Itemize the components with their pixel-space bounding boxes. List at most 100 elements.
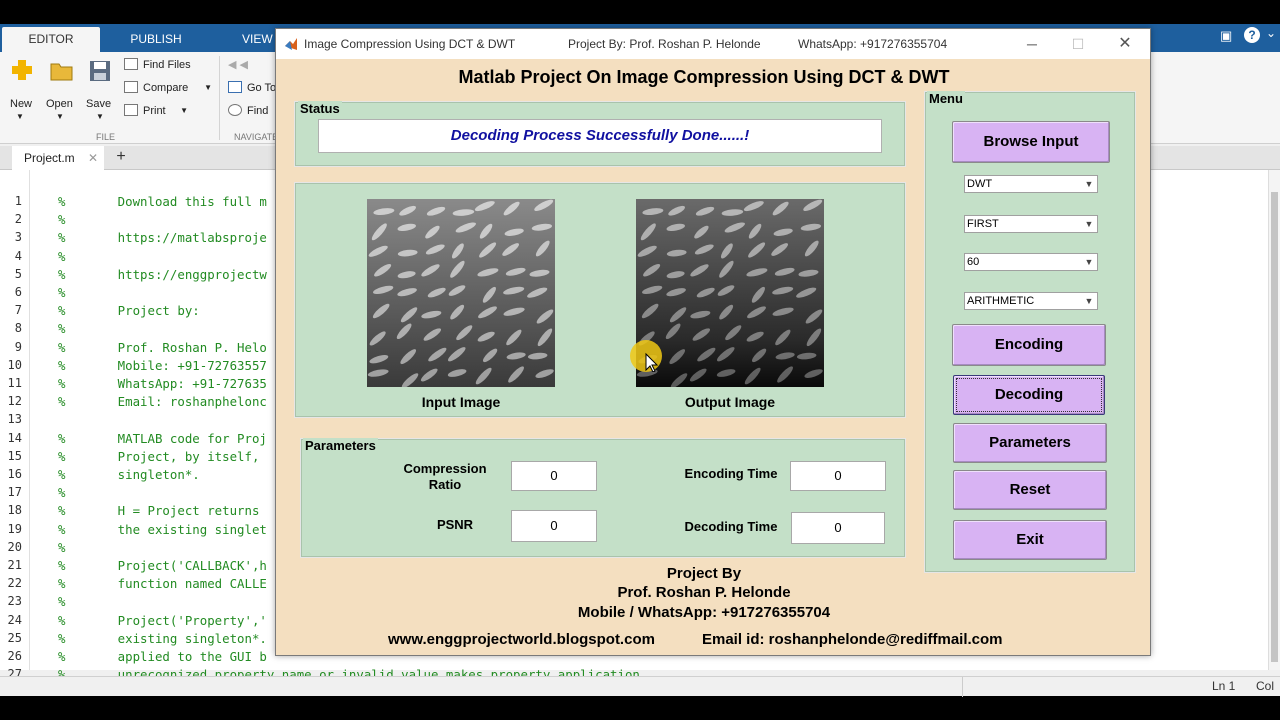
maximize-button[interactable]: ☐ xyxy=(1055,29,1101,59)
chevron-down-icon: ▼ xyxy=(180,106,188,115)
go-to-button[interactable]: Go To xyxy=(228,79,276,97)
line-number: 22 xyxy=(7,576,22,591)
line-number: 9 xyxy=(14,339,22,354)
code-line: % https://matlabsproje xyxy=(58,230,267,246)
chevron-down-icon: ▼ xyxy=(1084,219,1094,229)
scrollbar-thumb[interactable] xyxy=(1271,192,1278,662)
footer-email: Email id: roshanphelonde@rediffmail.com xyxy=(702,631,1003,648)
coding-select-value: ARITHMETIC xyxy=(967,295,1035,307)
line-number: 7 xyxy=(14,303,22,318)
find-files-button[interactable]: Find Files xyxy=(124,56,191,74)
footer-website: www.enggprojectworld.blogspot.com xyxy=(388,631,655,648)
decoding-time-label: Decoding Time xyxy=(684,519,778,534)
find-files-label: Find Files xyxy=(143,59,191,71)
close-icon[interactable]: ✕ xyxy=(88,146,98,170)
line-number: 16 xyxy=(7,467,22,481)
status-message: Decoding Process Successfully Done......… xyxy=(318,119,882,153)
minimize-button[interactable]: ─ xyxy=(1009,29,1055,59)
code-line: % function named CALLE xyxy=(58,576,267,592)
figure-window: Image Compression Using DCT & DWT Projec… xyxy=(275,28,1151,656)
code-line: % Prof. Roshan P. Helo xyxy=(58,339,267,355)
code-line: % Download this full m xyxy=(58,194,267,209)
code-line: % singleton*. xyxy=(58,467,200,482)
code-line: % xyxy=(58,248,66,264)
line-number: 6 xyxy=(14,285,22,299)
compression-ratio-field[interactable]: 0 xyxy=(511,461,597,491)
new-button[interactable]: New ▼ xyxy=(6,56,36,126)
decoding-button[interactable]: Decoding xyxy=(953,375,1105,415)
method-select[interactable]: DWT ▼ xyxy=(964,175,1098,193)
new-tab-button[interactable]: + xyxy=(110,146,132,170)
line-number: 19 xyxy=(7,521,22,536)
footer-name: Prof. Roshan P. Helonde xyxy=(617,584,791,601)
code-line: % applied to the GUI b xyxy=(58,649,267,664)
exit-button[interactable]: Exit xyxy=(953,520,1107,560)
help-icon[interactable]: ? xyxy=(1244,27,1260,43)
title-whatsapp: WhatsApp: +917276355704 xyxy=(798,37,948,51)
encoding-time-field[interactable]: 0 xyxy=(790,461,886,491)
level-select[interactable]: FIRST ▼ xyxy=(964,215,1098,233)
close-window-button[interactable]: ✕ xyxy=(1102,29,1148,59)
parameters-panel-title: Parameters xyxy=(303,438,378,453)
matlab-icon xyxy=(285,38,297,50)
parameters-button[interactable]: Parameters xyxy=(953,423,1107,463)
level-select-value: FIRST xyxy=(967,218,999,230)
code-line: % xyxy=(58,485,66,501)
coding-select[interactable]: ARITHMETIC ▼ xyxy=(964,292,1098,310)
line-number-gutter: 1 2 3 4 5 6 7 8 9 10 11 12 13 14 15 16 17 18 19 20 21 22 23 24 2… xyxy=(0,170,30,681)
compare-button[interactable]: Compare ▼ xyxy=(124,79,212,97)
encoding-button[interactable]: Encoding xyxy=(952,324,1106,366)
quality-select-value: 60 xyxy=(967,256,980,268)
code-line: % xyxy=(58,212,66,228)
line-number: 8 xyxy=(14,321,22,336)
editor-scrollbar[interactable] xyxy=(1268,170,1280,670)
quality-select[interactable]: 60 ▼ xyxy=(964,253,1098,271)
chevron-down-icon: ▼ xyxy=(96,112,104,121)
decoding-time-field[interactable]: 0 xyxy=(791,512,885,544)
chevron-down-icon: ▼ xyxy=(1084,257,1094,267)
tab-publish[interactable]: PUBLISH xyxy=(110,27,202,52)
folder-icon xyxy=(50,63,73,81)
main-title: Matlab Project On Image Compression Usin… xyxy=(458,67,950,87)
line-number: 15 xyxy=(7,448,22,463)
browse-input-button[interactable]: Browse Input xyxy=(952,121,1110,163)
save-button[interactable]: Save ▼ xyxy=(84,56,118,126)
images-panel: Input Image Output Image xyxy=(294,182,906,418)
print-icon xyxy=(124,104,138,116)
line-number: 21 xyxy=(7,558,22,572)
psnr-field[interactable]: 0 xyxy=(511,510,597,542)
ribbon-divider xyxy=(219,56,220,140)
compare-label: Compare xyxy=(143,82,189,94)
chevron-down-icon[interactable]: ⌄ xyxy=(1266,26,1276,40)
go-to-icon xyxy=(228,81,242,93)
back-forward-buttons[interactable]: ◀ ◀ xyxy=(228,56,248,74)
tab-editor[interactable]: EDITOR xyxy=(2,27,100,52)
code-line: % Project, by itself, xyxy=(58,448,260,464)
status-line: Ln 1 xyxy=(1212,679,1236,693)
line-number: 23 xyxy=(7,594,22,609)
menu-panel: Menu Browse Input DWT ▼ FIRST ▼ 60 ▼ ARITHM… xyxy=(924,91,1136,573)
code-line: % xyxy=(58,539,66,555)
print-button[interactable]: Print ▼ xyxy=(124,102,188,120)
line-number: 1 xyxy=(14,194,22,208)
reset-button[interactable]: Reset xyxy=(953,470,1107,510)
cursor-arrow-icon xyxy=(645,352,659,373)
line-number: 18 xyxy=(7,503,22,518)
find-label: Find xyxy=(247,105,269,117)
new-icon xyxy=(12,60,32,80)
line-number: 20 xyxy=(7,539,22,554)
find-button[interactable]: Find xyxy=(228,102,268,120)
window-icon[interactable]: ▣ xyxy=(1220,28,1232,44)
line-number: 12 xyxy=(7,394,22,409)
figure-titlebar[interactable]: Image Compression Using DCT & DWT Projec… xyxy=(276,29,1150,59)
status-column: Col xyxy=(1256,679,1275,693)
open-button[interactable]: Open ▼ xyxy=(44,56,78,126)
code-line: % Mobile: +91-72763557 xyxy=(58,357,267,373)
compare-icon xyxy=(124,81,138,93)
encoding-time-label: Encoding Time xyxy=(684,466,778,481)
open-label: Open xyxy=(46,98,73,110)
code-line: % xyxy=(58,285,66,300)
quick-access-toolbar[interactable]: ▣ ? ⌄ xyxy=(1150,26,1278,48)
title-project-by: Project By: Prof. Roshan P. Helonde xyxy=(568,37,761,51)
tab-project-file[interactable]: Project.m ✕ xyxy=(12,146,104,170)
